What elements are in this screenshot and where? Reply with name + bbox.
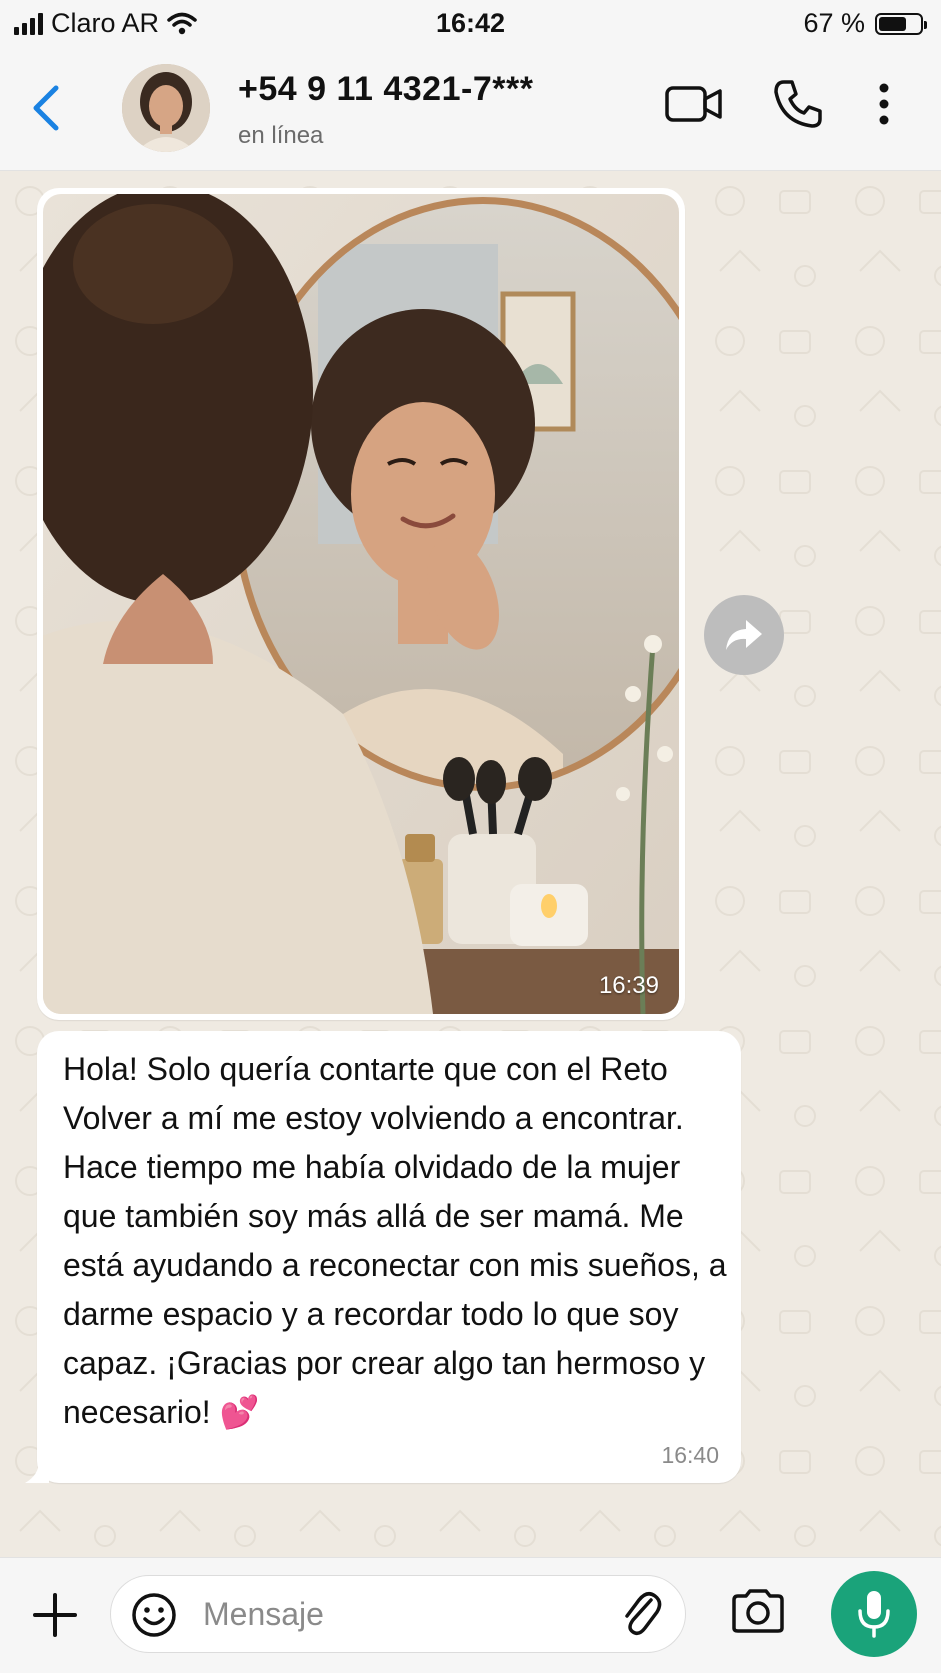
- attach-clip-icon[interactable]: [619, 1590, 663, 1640]
- chat-area[interactable]: 16:39 Hola! Solo quería contarte que con…: [0, 171, 941, 1557]
- forward-button[interactable]: [704, 595, 784, 675]
- contact-name[interactable]: +54 9 11 4321-7***: [238, 70, 533, 109]
- plus-icon[interactable]: [32, 1592, 78, 1638]
- camera-icon[interactable]: [730, 1588, 786, 1634]
- text-message[interactable]: Hola! Solo quería contarte que con el Re…: [25, 1031, 741, 1483]
- battery-fill: [879, 16, 906, 31]
- more-options-icon[interactable]: [878, 82, 890, 126]
- voice-record-button[interactable]: [831, 1571, 917, 1657]
- status-right: 67 %: [803, 8, 927, 39]
- message-placeholder: Mensaje: [203, 1596, 324, 1632]
- battery-percent: 67 %: [803, 8, 865, 38]
- phone-icon[interactable]: [772, 78, 824, 130]
- battery-icon: [875, 12, 927, 35]
- status-bar: Claro AR 16:42 67 %: [0, 0, 941, 50]
- message-photo[interactable]: 16:39: [43, 194, 679, 1014]
- hearts-emoji: 💕: [219, 1394, 260, 1430]
- forward-icon: [726, 620, 762, 650]
- bubble-tail: [25, 1461, 49, 1483]
- message-timestamp: 16:40: [661, 1442, 719, 1468]
- contact-status: en línea: [238, 122, 324, 149]
- message-body: Hola! Solo quería contarte que con el Re…: [63, 1051, 727, 1430]
- message-text: Hola! Solo quería contarte que con el Re…: [63, 1045, 727, 1437]
- emoji-icon[interactable]: [131, 1592, 177, 1638]
- photo-timestamp: 16:39: [598, 972, 659, 999]
- chat-header: +54 9 11 4321-7*** en línea: [0, 50, 941, 171]
- microphone-icon: [858, 1591, 890, 1638]
- input-bar: Mensaje: [0, 1557, 941, 1673]
- image-message[interactable]: 16:39: [37, 188, 685, 1020]
- avatar[interactable]: [122, 64, 210, 152]
- status-time: 16:42: [435, 8, 506, 38]
- back-chevron-icon[interactable]: [26, 80, 66, 136]
- video-call-icon[interactable]: [664, 84, 724, 124]
- message-input[interactable]: Mensaje: [110, 1575, 686, 1653]
